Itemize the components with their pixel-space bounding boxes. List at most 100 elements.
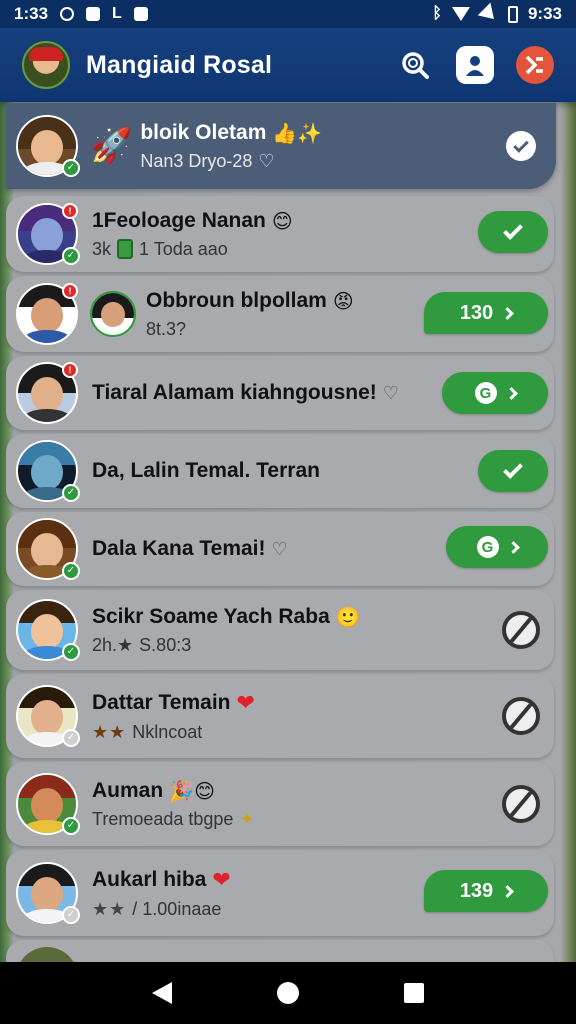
refresh-button[interactable]: G [442, 372, 548, 414]
list-item[interactable]: ✓ Dala Kana Temai! ♡ G [6, 512, 554, 586]
item-subtitle-2: / 1.00inaae [132, 898, 222, 919]
list-item[interactable]: ! ✓ 1Feoloage Nanan 😊 3k 1 Toda aao [6, 196, 554, 272]
notification-badge: ! [62, 362, 78, 378]
back-icon[interactable] [152, 982, 173, 1004]
status-bar: 1:33 L ᛒ 9:33 [0, 0, 576, 28]
online-status-icon: ✓ [62, 484, 80, 502]
accept-button[interactable] [478, 450, 548, 492]
avatar: ✓ [16, 599, 80, 661]
item-name: Aukarl hiba [92, 867, 207, 891]
item-subtitle: 2h.★ [92, 634, 134, 655]
heart-outline-icon: ♡ [382, 382, 399, 403]
blocked-icon[interactable] [502, 785, 540, 823]
notification-badge: ! [62, 203, 78, 219]
recent-apps-icon[interactable] [403, 983, 424, 1003]
item-subtitle-2: Nklncoat [132, 721, 203, 742]
profile-icon[interactable] [456, 46, 494, 84]
notification-badge: ! [62, 283, 78, 299]
account-avatar[interactable] [22, 41, 70, 89]
avatar: ✓ [16, 115, 80, 177]
angry-emoji-icon: 😡 [332, 288, 354, 313]
app-bar: Mangiaid Rosal [0, 28, 576, 102]
app-actions [396, 46, 554, 84]
heart-icon: ❤ [236, 689, 255, 715]
chat-count-button[interactable]: 139 [424, 870, 548, 912]
heart-outline-icon: ♡ [258, 150, 275, 171]
heart-outline-icon: ♡ [271, 538, 288, 559]
avatar: ! [16, 283, 78, 345]
item-subtitle: Tremoeada tbgpe [92, 808, 234, 829]
party-emoji-icon: 🎉😊 [169, 778, 215, 803]
avatar: ! [16, 362, 78, 424]
check-circle-icon[interactable] [506, 131, 536, 161]
avatar: ✓ [16, 440, 80, 502]
status-time-left: 1:33 [14, 4, 49, 23]
avatar: ✓ [16, 773, 80, 835]
list-item[interactable]: ✓ Auman 🎉😊 Tremoeada tbgpe ✦ [6, 762, 554, 846]
search-icon[interactable] [396, 46, 434, 84]
status-time-right: 9:33 [527, 4, 562, 23]
heart-icon: ❤ [212, 866, 231, 892]
square-app-icon [86, 7, 101, 21]
document-icon [117, 239, 134, 259]
chat-count-button[interactable]: 130 [424, 292, 548, 334]
l-app-icon: L [112, 5, 122, 22]
avatar: ✓ [16, 518, 80, 580]
list-item[interactable]: ✓ Scikr Soame Yach Raba 🙂 2h.★ S.80:3 [6, 590, 554, 670]
status-icon: ✓ [62, 906, 80, 924]
list-item[interactable]: ! Obbroun blpollam 😡 8t.3? 130 [6, 276, 554, 352]
list-item[interactable]: ! Tiaral Alamam kiahngousne! ♡ G [6, 356, 554, 430]
pinned-name: bloik Oletam [140, 120, 267, 144]
avatar: ✓ [16, 685, 80, 747]
home-icon[interactable] [276, 982, 299, 1004]
signal-icon [477, 2, 501, 26]
notification-app-icon [133, 7, 148, 21]
blocked-icon[interactable] [502, 697, 540, 735]
item-name: Dala Kana Temai! [92, 537, 266, 560]
online-status-icon: ✓ [62, 247, 80, 265]
item-name: Scikr Soame Yach Raba [92, 604, 330, 628]
online-status-icon: ✓ [62, 817, 80, 835]
status-icon: ✓ [62, 729, 80, 747]
circle-app-icon [60, 7, 75, 21]
battery-icon [507, 5, 518, 23]
list-item[interactable]: ✓ Da, Lalin Temal. Terran [6, 434, 554, 508]
avatar: ! ✓ [16, 203, 80, 265]
wifi-icon [451, 7, 470, 21]
sparkle-emoji-icon: 👍✨ [272, 120, 323, 145]
avatar: ✓ [16, 862, 80, 924]
sparkle-icon: ✦ [239, 808, 255, 829]
pinned-subtitle: Nan3 Dryo-28 [140, 150, 253, 171]
accept-button[interactable] [478, 211, 548, 253]
menu-icon[interactable] [516, 46, 554, 84]
rocket-sticker-icon: 🚀 [90, 126, 133, 166]
item-name: Tiaral Alamam kiahngousne! [92, 381, 377, 404]
system-nav-bar [0, 962, 576, 1024]
item-name: Obbroun blpollam [146, 288, 327, 312]
item-subtitle: 8t.3? [146, 318, 187, 339]
chat-count: 139 [459, 879, 494, 902]
item-name: 1Feoloage Nanan [92, 208, 266, 232]
online-status-icon: ✓ [62, 159, 80, 177]
refresh-icon: G [476, 536, 499, 558]
pinned-conversation[interactable]: ✓ 🚀 bloik Oletam 👍✨ Nan3 Dryo-28 ♡ [6, 103, 556, 189]
list-item[interactable]: ✓ Aukarl hiba ❤ ★★/ 1.00inaae 139 [6, 850, 554, 936]
blocked-icon[interactable] [502, 611, 540, 649]
avatar-secondary [90, 291, 136, 337]
item-subtitle-2: S.80:3 [139, 634, 192, 655]
refresh-button[interactable]: G [446, 526, 548, 568]
item-subtitle-2: 1 Toda aao [139, 238, 228, 259]
smile-emoji-icon: 😊 [271, 208, 293, 233]
refresh-icon: G [474, 382, 497, 404]
rating-stars: ★★ [92, 898, 127, 919]
item-subtitle: 3k [92, 238, 112, 259]
online-status-icon: ✓ [62, 643, 80, 661]
app-title: Mangiaid Rosal [86, 50, 273, 79]
item-name: Dattar Temain [92, 690, 231, 714]
online-status-icon: ✓ [62, 562, 80, 580]
chat-count: 130 [459, 301, 494, 324]
bluetooth-icon: ᛒ [432, 5, 442, 22]
rating-stars: ★★ [92, 721, 127, 742]
list-item[interactable]: ✓ Dattar Temain ❤ ★★ Nklncoat [6, 674, 554, 758]
item-name: Auman [92, 778, 164, 802]
